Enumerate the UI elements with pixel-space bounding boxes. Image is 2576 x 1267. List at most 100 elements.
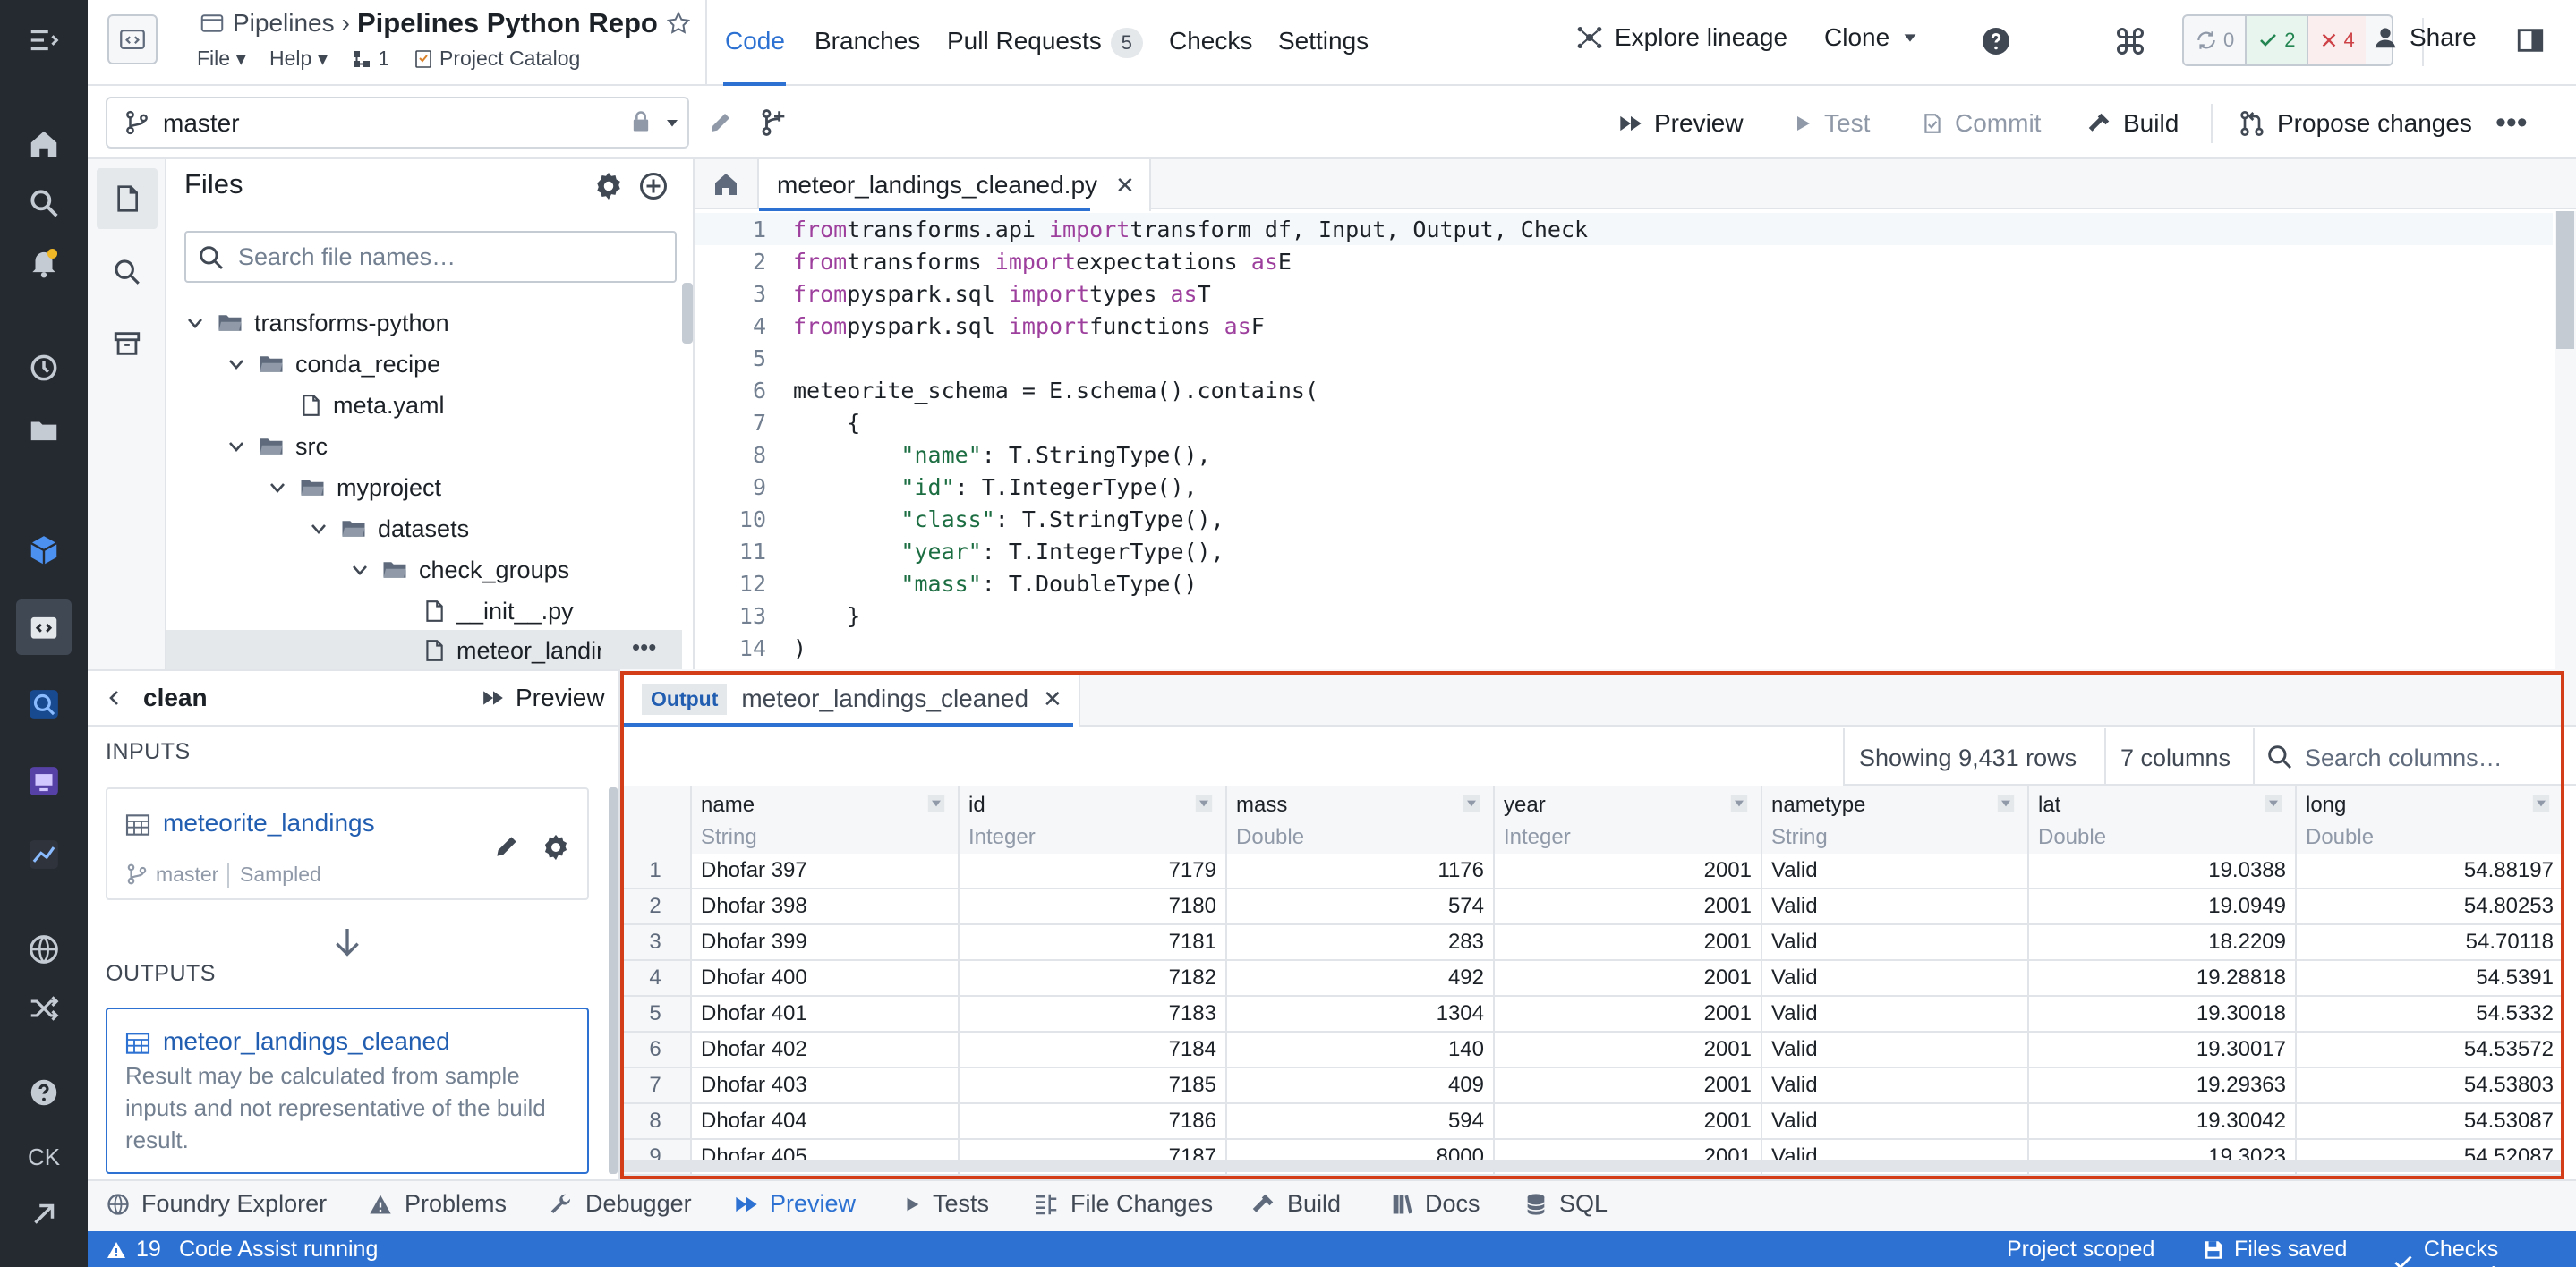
rail-menu-button[interactable] xyxy=(16,13,72,68)
checks-passed-count[interactable]: 2 xyxy=(2245,16,2307,64)
filter-icon[interactable] xyxy=(1730,795,1748,812)
table-cell[interactable]: 574 xyxy=(1227,889,1495,925)
files-saved-status[interactable]: Files saved xyxy=(2202,1237,2347,1263)
row-index-cell[interactable]: 1 xyxy=(620,854,692,889)
column-header-nametype[interactable]: nametype String xyxy=(1762,786,2029,854)
tab-preview[interactable]: Preview xyxy=(734,1190,856,1218)
explore-lineage-button[interactable]: Explore lineage xyxy=(1575,23,1787,52)
table-cell[interactable]: 7182 xyxy=(960,961,1227,997)
data-grid[interactable]: name String id Integer mass Double year Integer… xyxy=(620,669,2564,1179)
help-button[interactable] xyxy=(1980,25,2012,57)
propose-changes-button[interactable]: Propose changes xyxy=(2238,109,2472,138)
table-cell[interactable]: 2001 xyxy=(1495,997,1762,1033)
table-cell[interactable]: 7180 xyxy=(960,889,1227,925)
warnings-count[interactable]: 19 xyxy=(106,1237,161,1263)
file-search-input[interactable]: Search file names… xyxy=(184,231,677,283)
code-line[interactable]: 10 "class": T.StringType(), xyxy=(695,503,2538,535)
table-cell[interactable]: 19.30017 xyxy=(2029,1033,2297,1068)
commit-button[interactable]: Commit xyxy=(1921,109,2041,138)
grid-horizontal-scrollbar[interactable] xyxy=(620,1160,2564,1172)
code-line[interactable]: 5 xyxy=(695,342,2538,374)
table-cell[interactable]: 7183 xyxy=(960,997,1227,1033)
table-cell[interactable]: Dhofar 404 xyxy=(692,1104,960,1140)
editor-tab-active[interactable]: meteor_landings_cleaned.py ✕ xyxy=(759,159,1151,211)
repo-title[interactable]: Pipelines Python Repo xyxy=(357,7,658,39)
table-cell[interactable]: 2001 xyxy=(1495,1104,1762,1140)
filter-icon[interactable] xyxy=(1463,795,1480,812)
input-dataset-name[interactable]: meteorite_landings xyxy=(163,809,375,838)
add-circle-icon[interactable] xyxy=(637,170,670,202)
table-cell[interactable]: Dhofar 397 xyxy=(692,854,960,889)
rail-explorer-button[interactable] xyxy=(16,676,72,732)
table-cell[interactable]: 19.30018 xyxy=(2029,997,2297,1033)
table-cell[interactable]: 19.29363 xyxy=(2029,1068,2297,1104)
tab-branches[interactable]: Branches xyxy=(815,27,920,55)
table-cell[interactable]: 19.30042 xyxy=(2029,1104,2297,1140)
libraries-view-button[interactable] xyxy=(97,313,158,374)
tab-tests[interactable]: Tests xyxy=(902,1190,989,1218)
tree-folder-myproject[interactable]: myproject xyxy=(267,467,441,508)
repo-icon-button[interactable] xyxy=(107,14,158,64)
breadcrumb-parent[interactable]: Pipelines xyxy=(233,9,335,38)
table-cell[interactable]: Valid xyxy=(1762,961,2029,997)
table-cell[interactable]: 2001 xyxy=(1495,925,1762,961)
row-index-cell[interactable]: 4 xyxy=(620,961,692,997)
editor-scrollbar-thumb[interactable] xyxy=(2556,211,2574,349)
row-index-cell[interactable]: 2 xyxy=(620,889,692,925)
rail-notifications-button[interactable] xyxy=(16,234,72,290)
code-line[interactable]: 3 frompyspark.sql importtypes asT xyxy=(695,277,2538,310)
table-cell[interactable]: 2001 xyxy=(1495,854,1762,889)
table-cell[interactable]: Valid xyxy=(1762,854,2029,889)
table-cell[interactable]: 594 xyxy=(1227,1104,1495,1140)
table-cell[interactable]: Valid xyxy=(1762,997,2029,1033)
checks-failed-count[interactable]: 4 xyxy=(2306,16,2366,64)
table-cell[interactable]: 54.53087 xyxy=(2297,1104,2564,1140)
table-cell[interactable]: Valid xyxy=(1762,1068,2029,1104)
transform-panel-scrollbar[interactable] xyxy=(609,787,618,1174)
tab-build[interactable]: Build xyxy=(1250,1190,1341,1218)
checks-running-count[interactable]: 0 xyxy=(2184,16,2245,64)
output-dataset-card[interactable]: meteor_landings_cleaned Result may be ca… xyxy=(106,1008,589,1174)
table-cell[interactable]: 19.0949 xyxy=(2029,889,2297,925)
preview-button[interactable]: Preview xyxy=(1618,109,1744,138)
column-header-year[interactable]: year Integer xyxy=(1495,786,1762,854)
file-menu[interactable]: File ▾ xyxy=(197,47,246,71)
table-cell[interactable]: 409 xyxy=(1227,1068,1495,1104)
code-line[interactable]: 7 { xyxy=(695,406,2538,438)
table-cell[interactable]: 2001 xyxy=(1495,889,1762,925)
chevron-left-icon[interactable] xyxy=(104,687,125,709)
code-assist-status[interactable]: Code Assist running xyxy=(179,1237,378,1263)
table-cell[interactable]: 2001 xyxy=(1495,961,1762,997)
filter-icon[interactable] xyxy=(2265,795,2282,812)
gear-icon[interactable] xyxy=(541,832,571,863)
filter-icon[interactable] xyxy=(2532,795,2550,812)
table-cell[interactable]: 54.88197 xyxy=(2297,854,2564,889)
rail-shuffle-button[interactable] xyxy=(16,981,72,1036)
row-index-cell[interactable]: 5 xyxy=(620,997,692,1033)
tree-file-meta-yaml[interactable]: meta.yaml xyxy=(299,385,445,426)
table-cell[interactable]: 18.2209 xyxy=(2029,925,2297,961)
tree-folder-src[interactable]: src xyxy=(226,426,328,467)
tree-folder-transforms-python[interactable]: transforms-python xyxy=(184,302,449,344)
table-cell[interactable]: 54.5332 xyxy=(2297,997,2564,1033)
table-cell[interactable]: 2001 xyxy=(1495,1033,1762,1068)
close-icon[interactable]: ✕ xyxy=(1115,172,1135,200)
rail-workshop-button[interactable] xyxy=(16,753,72,809)
gear-icon[interactable] xyxy=(593,170,625,202)
table-cell[interactable]: 1176 xyxy=(1227,854,1495,889)
pencil-icon[interactable] xyxy=(707,109,734,136)
tab-file-changes[interactable]: File Changes xyxy=(1033,1190,1213,1218)
search-view-button[interactable] xyxy=(97,242,158,302)
code-line[interactable]: 2 fromtransforms importexpectations asE xyxy=(695,245,2538,277)
table-cell[interactable]: Dhofar 402 xyxy=(692,1033,960,1068)
table-cell[interactable]: 7184 xyxy=(960,1033,1227,1068)
clone-button[interactable]: Clone xyxy=(1824,23,1920,52)
filter-icon[interactable] xyxy=(927,795,945,812)
table-cell[interactable]: 140 xyxy=(1227,1033,1495,1068)
code-line[interactable]: 6 meteorite_schema = E.schema().contains( xyxy=(695,374,2538,406)
rail-expand-button[interactable] xyxy=(16,1186,72,1242)
row-index-cell[interactable]: 8 xyxy=(620,1104,692,1140)
tab-settings[interactable]: Settings xyxy=(1278,27,1369,55)
row-index-cell[interactable]: 3 xyxy=(620,925,692,961)
build-button[interactable]: Build xyxy=(2086,109,2179,138)
